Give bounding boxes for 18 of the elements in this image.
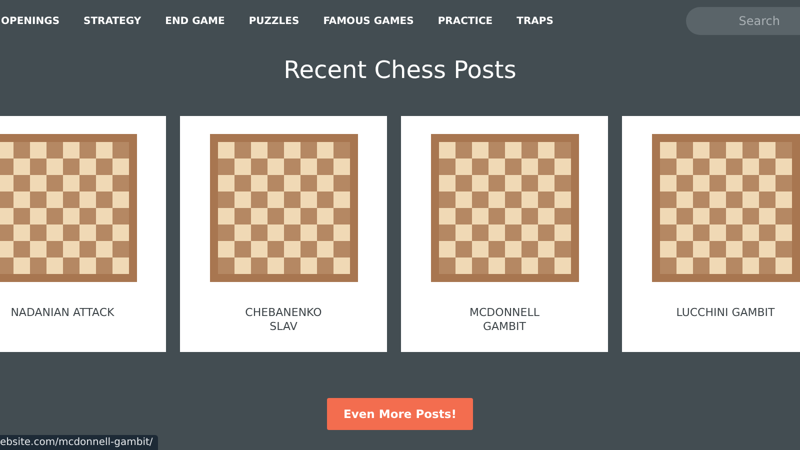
post-title: LUCCHINI GAMBIT <box>675 306 776 320</box>
section-heading: Recent Chess Posts <box>282 56 518 84</box>
nav-link[interactable]: PUZZLES <box>248 16 300 26</box>
post-card[interactable]: NADANIAN ATTACK <box>0 116 166 352</box>
post-title: NADANIAN ATTACK <box>10 306 116 320</box>
status-url: ebsite.com/mcdonnell-gambit/ <box>0 435 158 450</box>
post-title: MCDONNELL GAMBIT <box>468 306 540 334</box>
search-field[interactable]: Search <box>686 7 800 35</box>
nav-link[interactable]: END GAME <box>165 16 225 26</box>
nav-link[interactable]: PRACTICE <box>438 16 493 26</box>
nav-link[interactable]: TRAPS <box>516 16 554 26</box>
nav-link[interactable]: OPENINGS <box>1 16 60 26</box>
post-card[interactable]: MCDONNELL GAMBIT <box>401 116 608 352</box>
nav-link[interactable]: FAMOUS GAMES <box>323 16 414 26</box>
post-title: CHEBANENKO SLAV <box>244 306 323 334</box>
post-card[interactable]: LUCCHINI GAMBIT <box>622 116 800 352</box>
nav-link[interactable]: STRATEGY <box>84 16 142 26</box>
post-card[interactable]: CHEBANENKO SLAV <box>180 116 387 352</box>
